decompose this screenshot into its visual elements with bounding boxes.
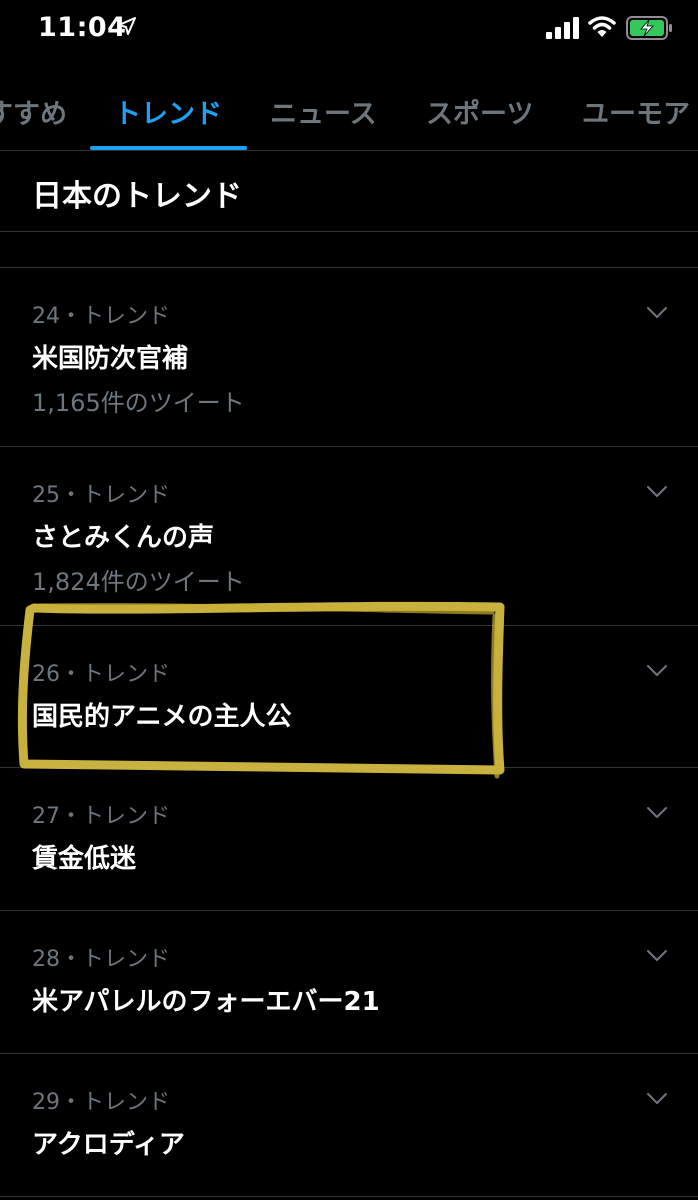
tab-humor[interactable]: ユーモア	[582, 92, 690, 131]
trend-item-29[interactable]: 29・トレンド アクロディア	[0, 1054, 698, 1197]
tab-recommended[interactable]: すすめ	[0, 92, 67, 131]
trend-item-24[interactable]: 24・トレンド 米国防次官補 1,165件のツイート	[0, 268, 698, 447]
trend-name: さとみくんの声	[32, 523, 215, 553]
explore-tabs: すすめ トレンド ニュース スポーツ ユーモア	[0, 70, 698, 151]
active-tab-indicator	[90, 146, 247, 150]
trend-name: 米国防次官補	[32, 344, 189, 374]
tab-sports[interactable]: スポーツ	[426, 92, 533, 131]
trend-meta: 29・トレンド	[32, 1090, 170, 1115]
battery-charging-icon	[626, 16, 672, 40]
trend-name: 国民的アニメの主人公	[32, 702, 292, 732]
trend-name: 賃金低迷	[32, 844, 137, 874]
trend-meta: 26・トレンド	[32, 662, 170, 687]
trend-list: 24・トレンド 米国防次官補 1,165件のツイート 25・トレンド さとみくん…	[0, 268, 698, 1197]
trend-meta: 28・トレンド	[32, 947, 170, 972]
trend-name: アクロディア	[32, 1130, 185, 1160]
trend-meta: 25・トレンド	[32, 483, 170, 508]
section-header: 日本のトレンド	[0, 151, 698, 232]
trend-item-25[interactable]: 25・トレンド さとみくんの声 1,824件のツイート	[0, 447, 698, 626]
trend-meta: 27・トレンド	[32, 804, 170, 829]
trend-item-28[interactable]: 28・トレンド 米アパレルのフォーエバー21	[0, 911, 698, 1054]
location-arrow-icon	[118, 17, 136, 35]
status-time: 11:04	[38, 12, 127, 43]
tab-trends[interactable]: トレンド	[114, 92, 222, 131]
chevron-down-icon[interactable]	[646, 806, 668, 820]
status-bar: 11:04	[0, 0, 698, 58]
chevron-down-icon[interactable]	[646, 306, 668, 320]
signal-bars-icon	[546, 17, 579, 39]
tweet-count: 1,824件のツイート	[32, 568, 245, 596]
tweet-count: 1,165件のツイート	[32, 389, 245, 417]
chevron-down-icon[interactable]	[646, 485, 668, 499]
chevron-down-icon[interactable]	[646, 949, 668, 963]
section-title: 日本のトレンド	[32, 179, 242, 214]
trend-name: 米アパレルのフォーエバー21	[32, 987, 380, 1017]
trend-item-27[interactable]: 27・トレンド 賃金低迷	[0, 768, 698, 911]
wifi-icon	[588, 16, 616, 37]
chevron-down-icon[interactable]	[646, 1092, 668, 1106]
trend-meta: 24・トレンド	[32, 304, 170, 329]
chevron-down-icon[interactable]	[646, 664, 668, 678]
tab-news[interactable]: ニュース	[270, 92, 377, 131]
trend-item-26[interactable]: 26・トレンド 国民的アニメの主人公	[0, 626, 698, 768]
